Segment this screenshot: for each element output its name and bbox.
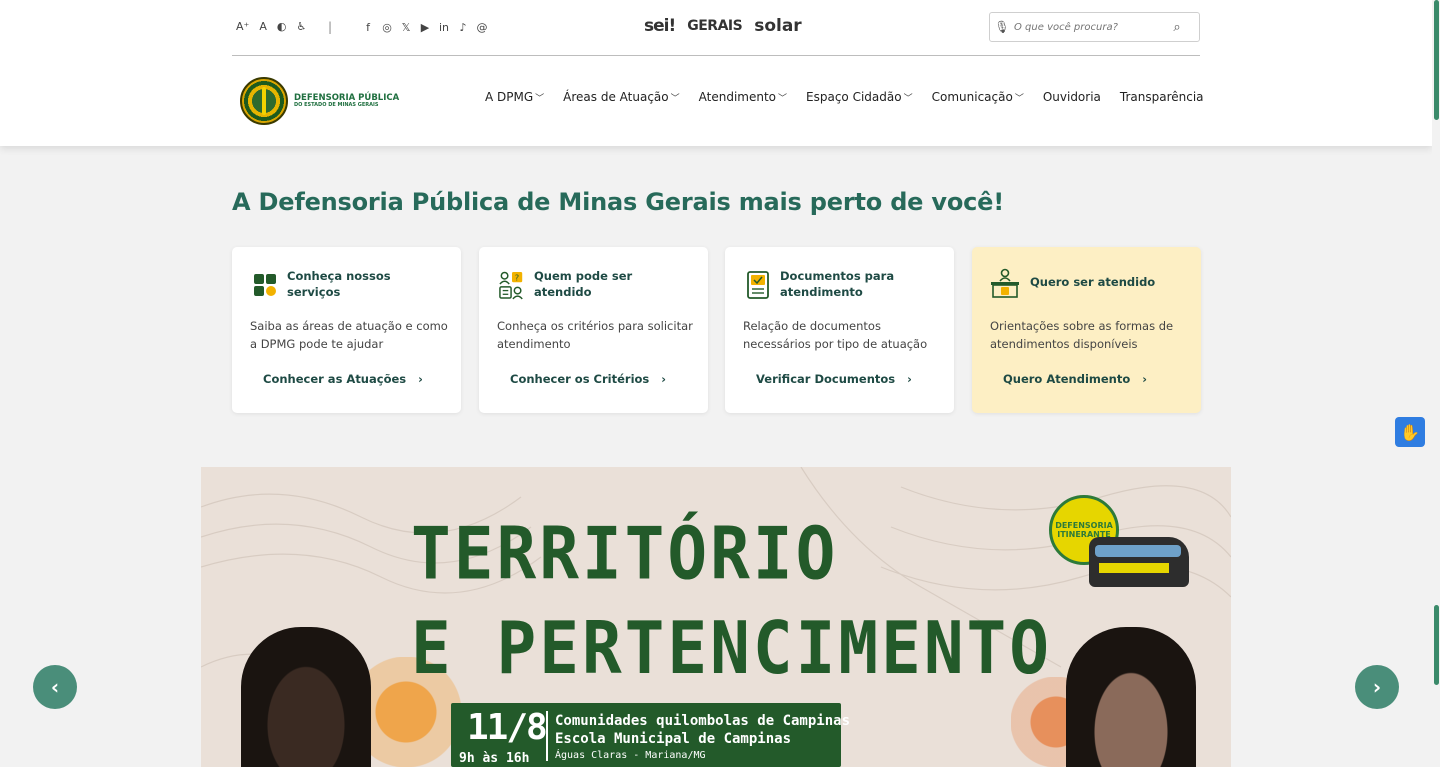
service-desk-icon	[989, 268, 1021, 298]
solar-link[interactable]: solar	[754, 16, 801, 36]
verificar-documentos-link[interactable]: Verificar Documentos ›	[756, 372, 912, 386]
main-nav: A DPMG ﹀ Áreas de Atuação ﹀ Atendimento ﹀ E…	[485, 90, 1204, 104]
conhecer-criterios-link[interactable]: Conhecer os Critérios ›	[510, 372, 666, 386]
card-description: Orientações sobre as formas de atendimen…	[990, 319, 1174, 351]
decrease-font-button[interactable]: A	[259, 20, 267, 33]
conhecer-atuacoes-link[interactable]: Conhecer as Atuações ›	[263, 372, 423, 386]
scrollbar-thumb[interactable]	[1434, 605, 1439, 685]
bus-icon	[1089, 537, 1189, 587]
quero-atendimento-link[interactable]: Quero Atendimento ›	[1003, 372, 1147, 386]
tiktok-icon[interactable]: ♪	[457, 21, 469, 34]
nav-item-ouvidoria[interactable]: Ouvidoria	[1043, 90, 1101, 104]
accessibility-icon[interactable]: ♿	[296, 20, 306, 33]
people-checklist-icon: ?	[499, 271, 525, 299]
grid-icon	[252, 271, 278, 299]
card-description: Conheça os critérios para solicitar aten…	[497, 319, 693, 351]
card-title: Quem pode ser atendido	[534, 269, 633, 299]
search-input[interactable]	[1014, 21, 1164, 33]
nav-item-espaco-cidadao[interactable]: Espaço Cidadão ﹀	[806, 90, 913, 104]
event-location-line2: Escola Municipal de Campinas	[555, 731, 792, 747]
event-location-line3: Águas Claras - Mariana/MG	[555, 750, 706, 761]
increase-font-button[interactable]: A⁺	[236, 20, 249, 33]
social-links: f ◎ 𝕏 ▶ in ♪ @	[362, 21, 488, 34]
accessibility-tools: A⁺ A ◐ ♿	[236, 20, 306, 33]
sei-link[interactable]: sei!	[644, 16, 676, 36]
card-servicos: Conheça nossos serviços Saiba as áreas d…	[232, 247, 461, 413]
card-description: Relação de documentos necessários por ti…	[743, 319, 928, 351]
scrollbar-thumb-top[interactable]	[1434, 0, 1439, 120]
slider-prev-button[interactable]: ‹	[33, 665, 77, 709]
banner-title: TERRITÓRIO E PERTENCIMENTO	[411, 511, 1053, 691]
site-header: A⁺ A ◐ ♿ | f ◎ 𝕏 ▶ in ♪ @ sei! GERAIS so…	[0, 0, 1432, 146]
card-quem-pode: ? Quem pode ser atendido Conheça os crit…	[479, 247, 708, 413]
nav-item-atendimento[interactable]: Atendimento ﹀	[699, 90, 787, 104]
youtube-icon[interactable]: ▶	[419, 21, 431, 34]
slider-next-button[interactable]: ›	[1355, 665, 1399, 709]
chevron-down-icon: ﹀	[670, 94, 680, 104]
nav-item-areas-de-atuacao[interactable]: Áreas de Atuação ﹀	[563, 90, 679, 104]
card-title: Conheça nossos serviços	[287, 269, 391, 299]
linkedin-icon[interactable]: in	[438, 21, 450, 34]
chevron-right-icon: ›	[907, 372, 912, 386]
contrast-icon[interactable]: ◐	[277, 20, 287, 33]
chevron-down-icon: ﹀	[778, 94, 788, 104]
top-bar: A⁺ A ◐ ♿ | f ◎ 𝕏 ▶ in ♪ @ sei! GERAIS so…	[232, 10, 1200, 56]
chevron-right-icon: ›	[661, 372, 667, 386]
divider	[546, 711, 548, 761]
x-twitter-icon[interactable]: 𝕏	[400, 21, 412, 34]
event-time: 9h às 16h	[459, 751, 530, 766]
logo-title: DEFENSORIA PÚBLICA	[294, 92, 400, 103]
event-info-box: 11/8 9h às 16h Comunidades quilombolas d…	[451, 703, 850, 767]
page-headline: A Defensoria Pública de Minas Gerais mai…	[232, 188, 1004, 216]
logo-seal-icon	[240, 77, 288, 125]
card-documentos: Documentos para atendimento Relação de d…	[725, 247, 954, 413]
svg-text:?: ?	[515, 272, 519, 282]
chevron-right-icon: ›	[1142, 372, 1148, 386]
card-title: Quero ser atendido	[1030, 275, 1156, 290]
instagram-icon[interactable]: ◎	[381, 21, 393, 34]
gerais-link[interactable]: GERAIS	[687, 18, 742, 34]
facebook-icon[interactable]: f	[362, 21, 374, 34]
event-date: 11/8	[467, 707, 548, 748]
search-icon[interactable]: ⌕	[1164, 20, 1190, 35]
person-photo	[1066, 627, 1196, 767]
hero-banner[interactable]: TERRITÓRIO E PERTENCIMENTO 11/8 9h às 16…	[201, 467, 1231, 767]
card-description: Saiba as áreas de atuação e como a DPMG …	[250, 319, 448, 351]
divider: |	[328, 20, 333, 34]
card-title: Documentos para atendimento	[780, 269, 895, 299]
chevron-down-icon: ﹀	[1014, 94, 1024, 104]
event-location-line1: Comunidades quilombolas de Campinas	[555, 713, 851, 729]
nav-item-a-dpmg[interactable]: A DPMG ﹀	[485, 90, 544, 104]
nav-item-comunicacao[interactable]: Comunicação ﹀	[932, 90, 1024, 104]
person-photo	[241, 627, 371, 767]
threads-icon[interactable]: @	[476, 21, 488, 34]
chevron-down-icon: ﹀	[535, 94, 545, 104]
logo-subtitle: DO ESTADO DE MINAS GERAIS	[294, 102, 379, 109]
vlibras-sign-language-icon[interactable]: ✋	[1395, 417, 1425, 447]
partner-brands: sei! GERAIS solar	[644, 16, 802, 36]
microphone-icon[interactable]: 🎙	[990, 20, 1014, 34]
document-icon	[745, 270, 771, 299]
nav-item-transparencia[interactable]: Transparência	[1120, 90, 1204, 104]
chevron-right-icon: ›	[418, 372, 423, 386]
search-box: 🎙 ⌕	[989, 12, 1200, 42]
card-quero-atendido: Quero ser atendido Orientações sobre as …	[972, 247, 1201, 413]
chevron-down-icon: ﹀	[903, 94, 913, 104]
dpmg-logo[interactable]: DEFENSORIA PÚBLICA DO ESTADO DE MINAS GE…	[240, 77, 399, 125]
